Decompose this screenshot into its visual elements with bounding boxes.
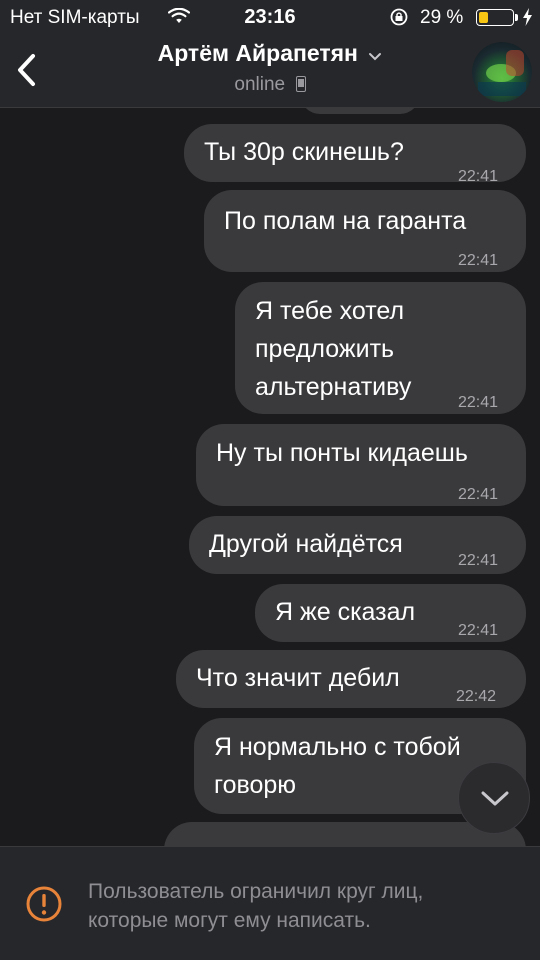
- contact-title[interactable]: Артём Айрапетян: [0, 40, 540, 67]
- message-time: 22:41: [458, 552, 499, 569]
- message-list[interactable]: Ты 30р скинешь? 22:41 По полам на гарант…: [0, 108, 540, 846]
- message-bubble[interactable]: Ты 30р скинешь? 22:41: [184, 124, 526, 185]
- chevron-down-icon: [481, 791, 509, 806]
- message-text: Я же сказал: [275, 598, 416, 626]
- battery-icon: [476, 9, 514, 26]
- battery-percent: 29 %: [420, 7, 464, 28]
- warning-icon: [26, 886, 62, 922]
- presence-status: online: [0, 74, 540, 96]
- restriction-notice: Пользователь ограничил круг лиц, которые…: [88, 880, 424, 932]
- charging-bolt-icon: [523, 8, 532, 26]
- message-bubble[interactable]: Другой найдётся 22:41: [189, 516, 526, 574]
- message-text: Что значит дебил: [196, 664, 400, 692]
- chat-header: Артём Айрапетян online: [0, 34, 540, 108]
- scroll-down-button[interactable]: [458, 762, 530, 834]
- message-time: 22:41: [458, 622, 499, 639]
- message-text: Другой найдётся: [209, 530, 403, 558]
- restriction-footer: Пользователь ограничил круг лиц, которые…: [0, 846, 540, 960]
- message-text: Я нормально с тобой говорю: [214, 733, 461, 799]
- chevron-down-icon: [369, 52, 382, 61]
- message-time: 22:42: [456, 688, 497, 705]
- message-text: Ну ты понты кидаешь: [216, 439, 468, 467]
- message-bubble[interactable]: Что значит дебил 22:42: [176, 650, 526, 708]
- message-text: Ты 30р скинешь?: [204, 138, 404, 166]
- message-bubble[interactable]: Я же сказал 22:41: [255, 584, 526, 642]
- status-bar: Нет SIM-карты 23:16 29 %: [0, 0, 540, 34]
- message-time: 22:41: [458, 394, 499, 411]
- message-bubble[interactable]: По полам на гаранта 22:41: [204, 190, 526, 272]
- message-text: По полам на гаранта: [224, 207, 467, 235]
- orientation-lock-icon: [390, 8, 408, 26]
- message-time: 22:41: [458, 252, 499, 269]
- message-text: Я тебе хотел предложить альтернативу: [255, 297, 412, 401]
- contact-name: Артём Айрапетян: [157, 40, 358, 66]
- phone-icon: [295, 76, 306, 92]
- message-bubble-partial: [300, 108, 420, 114]
- message-bubble[interactable]: Ну ты понты кидаешь 22:41: [196, 424, 526, 506]
- avatar[interactable]: [472, 42, 532, 102]
- message-time: 22:41: [458, 486, 499, 503]
- online-status: online: [234, 74, 286, 95]
- message-bubble[interactable]: Я тебе хотел предложить альтернативу 22:…: [235, 282, 526, 414]
- battery-nub: [515, 14, 518, 21]
